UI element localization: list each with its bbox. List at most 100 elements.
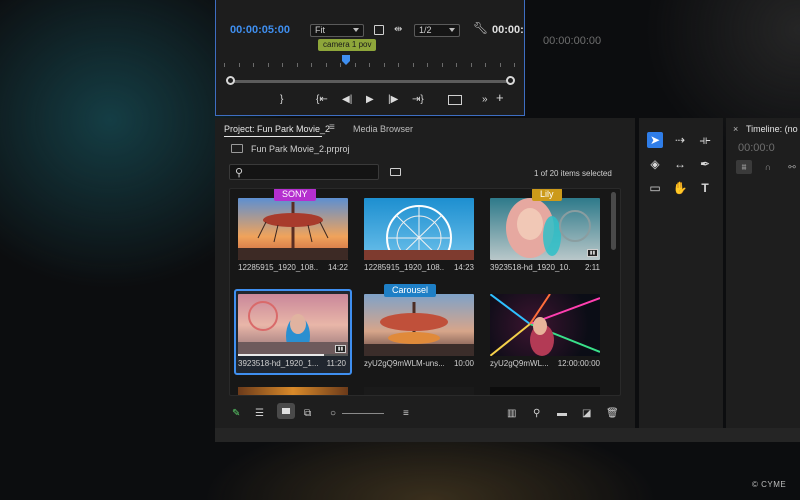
selection-status: 1 of 20 items selected (534, 169, 612, 178)
zoom-scroll-bar[interactable] (230, 80, 512, 83)
clip-name: 12285915_1920_108... (364, 263, 444, 272)
clip-item[interactable]: 12285915_1920_108... 14:23 (362, 195, 474, 277)
add-button-icon[interactable]: + (496, 91, 504, 104)
icon-view-icon (282, 408, 290, 414)
close-icon[interactable]: × (733, 124, 738, 134)
pencil-icon[interactable]: ✎ (232, 409, 240, 419)
timeline-timecode[interactable]: 00:00:0 (738, 142, 775, 154)
portrait-graphic (506, 198, 591, 258)
fit-dropdown[interactable]: Fit (310, 24, 364, 37)
linked-selection-icon[interactable]: ⚯ (784, 160, 800, 174)
tab-media-browser[interactable]: Media Browser (353, 124, 413, 134)
fit-width-icon[interactable]: ⇹ (394, 25, 402, 35)
ferris-wheel-graphic (364, 205, 474, 260)
playback-progress-bar (238, 354, 348, 356)
ruler-tick (441, 63, 443, 67)
time-ruler[interactable] (224, 59, 518, 67)
nest-icon[interactable]: ⩩ (736, 160, 752, 174)
clip-thumbnail (238, 198, 348, 260)
razor-tool-icon[interactable]: ◈ (647, 156, 663, 172)
tab-timeline[interactable]: Timeline: (no s (746, 124, 800, 134)
more-controls-icon[interactable]: » (482, 94, 488, 106)
search-box[interactable]: ⚲ (229, 164, 379, 180)
snap-icon[interactable]: ∩ (760, 160, 776, 174)
ruler-tick (311, 63, 312, 67)
play-icon[interactable]: ▶ (366, 94, 374, 106)
mark-out-icon[interactable]: } (280, 94, 283, 106)
playhead-timecode[interactable]: 00:00:05:00 (230, 24, 290, 36)
trash-icon[interactable]: 🗑︎ (606, 409, 619, 419)
clip-thumbnail-partial[interactable] (364, 387, 474, 395)
wrench-icon[interactable]: 🔧︎ (473, 22, 488, 34)
icon-view-button[interactable] (277, 403, 295, 419)
zoom-slider-handle-icon[interactable]: ○ (330, 409, 336, 419)
duration-timecode: 00:00: (492, 24, 524, 36)
resolution-dropdown-value: 1/2 (419, 25, 432, 35)
resolution-dropdown[interactable]: 1/2 (414, 24, 460, 37)
project-panel: Project: Fun Park Movie_2 ≡ Media Browse… (215, 118, 635, 428)
ruler-tick (499, 63, 501, 67)
ruler-tick (412, 63, 414, 67)
list-view-icon[interactable]: ☰ (255, 409, 264, 419)
clip-item[interactable]: Carousel zyU2gQ9mWLM-uns... 10:00 (362, 284, 474, 373)
carousel-ride-graphic (364, 302, 474, 356)
clip-label-tag: Carousel (384, 284, 437, 297)
ruler-tick (485, 63, 486, 67)
go-to-in-icon[interactable]: {⇤ (316, 94, 328, 106)
zoom-handle-right[interactable] (506, 76, 515, 85)
slip-tool-icon[interactable]: ↔ (672, 156, 688, 172)
clip-item-selected[interactable]: ▮▮ 3923518-hd_1920_1... 11:20 (234, 289, 352, 375)
new-item-icon[interactable]: ◪ (582, 409, 591, 419)
clip-grid: SONY 12285915_1920_108... 14:22 12285915… (229, 188, 621, 396)
ripple-edit-tool-icon[interactable]: ⟛ (697, 132, 713, 148)
go-to-out-icon[interactable]: ⇥} (412, 94, 424, 106)
search-icon: ⚲ (235, 167, 244, 179)
clip-duration: 10:00 (453, 359, 474, 368)
hand-tool-icon[interactable]: ✋ (672, 180, 688, 196)
ruler-tick (238, 63, 240, 67)
clip-thumbnail-partial[interactable] (238, 387, 348, 395)
clip-name: 3923518-hd_1920_10... (490, 263, 570, 272)
freeform-view-icon[interactable]: ⧉ (304, 409, 311, 419)
marker-label[interactable]: camera 1 pov (318, 39, 377, 51)
panel-menu-icon[interactable]: ≡ (329, 122, 335, 133)
selection-tool-icon[interactable]: ➤ (647, 132, 663, 148)
zoom-handle-left[interactable] (226, 76, 235, 85)
fit-dropdown-value: Fit (315, 25, 325, 35)
step-back-icon[interactable]: ◀| (342, 94, 352, 106)
search-input[interactable] (250, 166, 375, 178)
rectangle-tool-icon[interactable]: ▭ (647, 180, 663, 196)
ruler-tick (296, 63, 298, 67)
clip-item[interactable]: ▮▮ Lily 3923518-hd_1920_10... 2:11 (488, 189, 600, 277)
automate-to-sequence-icon[interactable]: ▥ (507, 409, 516, 419)
new-search-bin-icon[interactable] (390, 168, 401, 176)
export-frame-icon[interactable] (448, 95, 462, 105)
settings-square-icon[interactable] (374, 25, 384, 35)
ruler-tick (398, 63, 399, 67)
ruler-tick (224, 63, 225, 67)
watermark: © CYME (752, 480, 787, 489)
sort-icon[interactable]: ≡ (403, 409, 409, 419)
clip-item[interactable]: SONY 12285915_1920_108... 14:22 (236, 189, 348, 277)
pen-tool-icon[interactable]: ✒ (697, 156, 713, 172)
clip-thumbnail-partial[interactable] (490, 387, 600, 395)
new-bin-icon[interactable]: ▬ (557, 409, 567, 419)
track-select-tool-icon[interactable]: ⇢ (672, 132, 688, 148)
find-icon[interactable]: ⚲ (533, 409, 540, 419)
clip-duration: 14:22 (327, 263, 348, 272)
ruler-tick (340, 63, 341, 67)
clip-thumbnail (364, 198, 474, 260)
clip-duration: 11:20 (326, 359, 346, 368)
type-tool-icon[interactable]: T (697, 180, 713, 196)
timeline-panel: × Timeline: (no s 00:00:0 ⩩ ∩ ⚯ (726, 118, 800, 428)
clip-item[interactable]: zyU2gQ9mWL... 12:00:00:00 (488, 291, 600, 373)
ruler-tick (267, 63, 269, 67)
ruler-tick (456, 63, 457, 67)
bin-folder-icon (231, 144, 243, 153)
step-forward-icon[interactable]: |▶ (388, 94, 398, 106)
zoom-slider[interactable] (342, 413, 384, 414)
app-bottom-bar (215, 428, 800, 442)
grid-scrollbar[interactable] (611, 192, 616, 250)
tab-project[interactable]: Project: Fun Park Movie_2 (224, 124, 330, 134)
neon-portrait-graphic (490, 294, 600, 356)
